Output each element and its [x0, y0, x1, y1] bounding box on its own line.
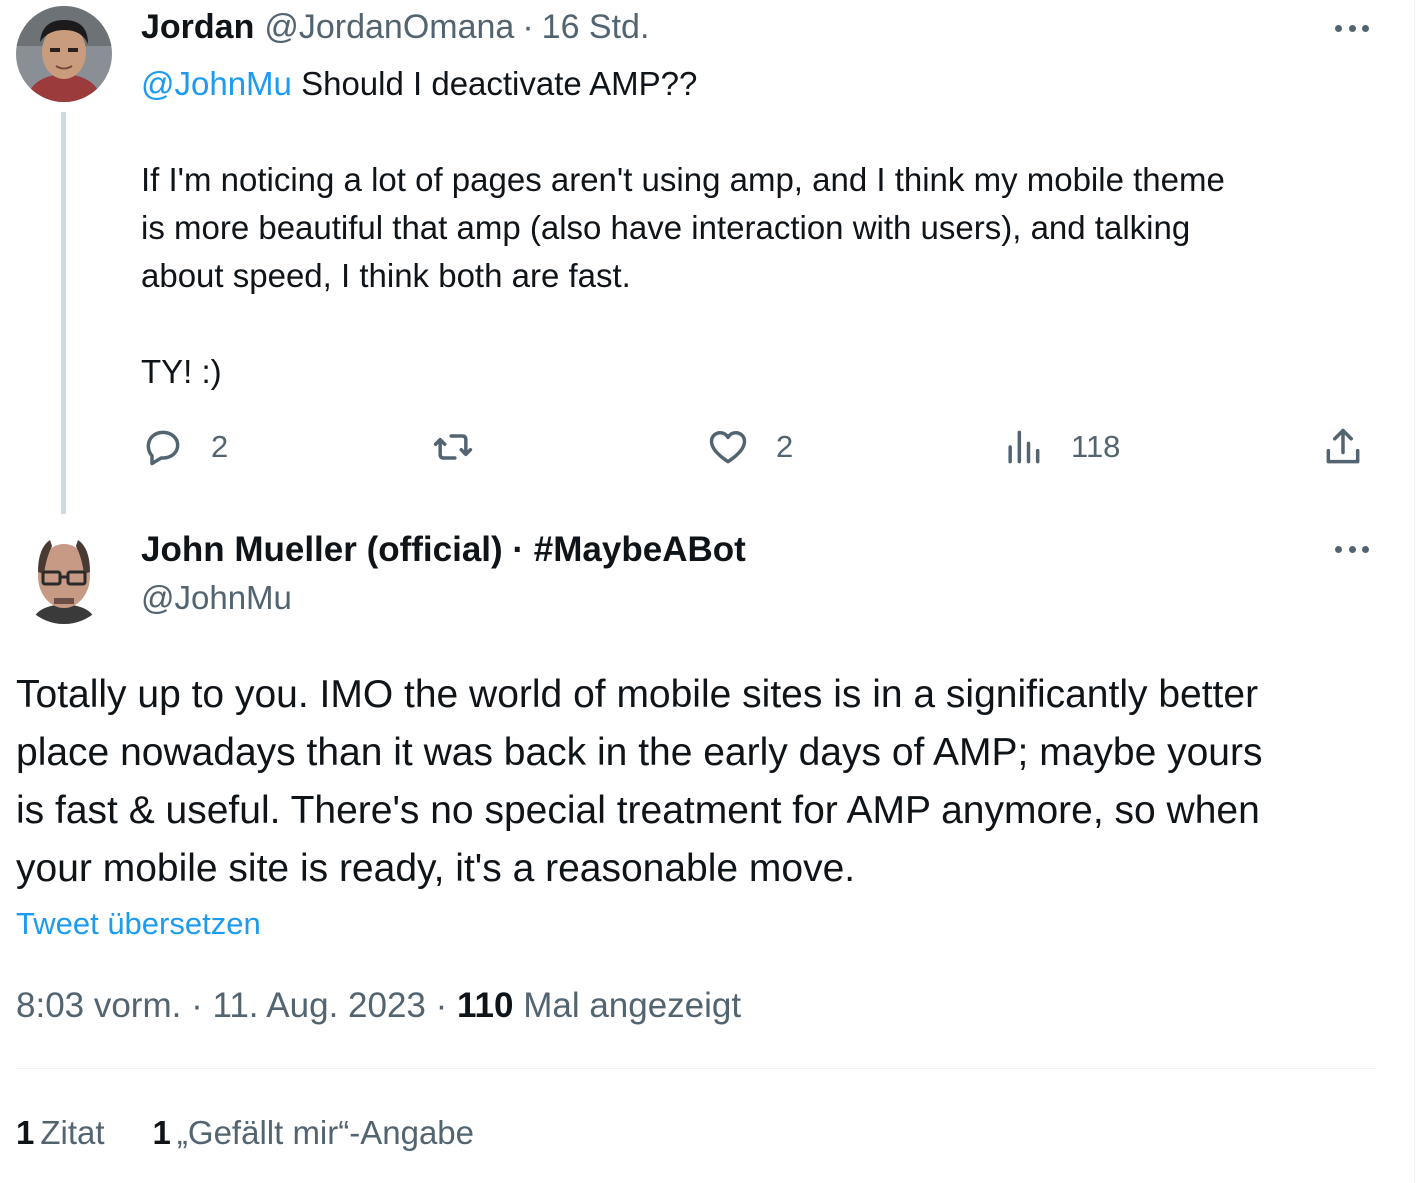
thread-line: [61, 112, 66, 514]
engagement-stats: 1 Zitat 1 „Gefällt mir“-Angabe: [16, 1111, 474, 1155]
view-label: Mal angezeigt: [513, 986, 742, 1025]
quotes-label: Zitat: [40, 1114, 105, 1151]
share-button[interactable]: [1321, 422, 1365, 472]
view-count: 110: [457, 986, 514, 1025]
avatar-john-mueller[interactable]: [16, 528, 112, 624]
parent-tweet[interactable]: Jordan @JordanOmana · 16 Std. @JohnMu Sh…: [0, 0, 1414, 520]
mention-link[interactable]: @JohnMu: [141, 65, 292, 102]
quotes-link[interactable]: 1 Zitat: [16, 1111, 105, 1155]
main-tweet-text: Totally up to you. IMO the world of mobi…: [16, 666, 1396, 898]
likes-link[interactable]: 1 „Gefällt mir“-Angabe: [153, 1111, 474, 1155]
reply-button[interactable]: 2: [141, 422, 228, 472]
parent-tweet-text: @JohnMu Should I deactivate AMP?? If I'm…: [141, 60, 1381, 396]
action-bar: 2 2 118: [141, 422, 1371, 472]
like-count: 2: [776, 429, 794, 464]
parent-line-1-text: Should I deactivate AMP??: [291, 65, 698, 102]
quotes-count: 1: [16, 1114, 35, 1151]
parent-paragraph-line: TY! :): [141, 353, 222, 390]
views-icon: [1008, 430, 1040, 464]
views-count: 118: [1071, 429, 1121, 464]
reply-count: 2: [211, 429, 229, 464]
avatar-jordan[interactable]: [16, 6, 112, 102]
tweet-time[interactable]: 16 Std.: [542, 8, 650, 47]
share-icon: [1326, 428, 1360, 464]
author-name[interactable]: Jordan: [141, 8, 254, 47]
more-icon[interactable]: [1332, 16, 1372, 40]
reply-icon: [146, 430, 180, 466]
likes-count: 1: [152, 1114, 171, 1151]
main-tweet-line: Totally up to you. IMO the world of mobi…: [16, 673, 1259, 716]
tweet-meta: 8:03 vorm. · 11. Aug. 2023 · 110 Mal ang…: [16, 984, 741, 1028]
main-author-handle[interactable]: @JohnMu: [141, 576, 292, 620]
likes-label: „Gefällt mir“-Angabe: [176, 1114, 475, 1151]
retweet-button[interactable]: [431, 422, 501, 472]
more-icon[interactable]: [1332, 537, 1372, 561]
main-tweet-line: is fast & useful. There's no special tre…: [16, 789, 1260, 832]
separator: ·: [522, 8, 534, 46]
main-author-name[interactable]: John Mueller (official) · #MaybeABot: [141, 528, 746, 572]
views-button[interactable]: 118: [1001, 422, 1120, 472]
main-tweet-line: place nowadays than it was back in the e…: [16, 731, 1263, 774]
parent-line-1: @JohnMu Should I deactivate AMP??: [141, 60, 1381, 108]
main-tweet-line: your mobile site is ready, it's a reason…: [16, 847, 856, 890]
tweet-timestamp[interactable]: 8:03 vorm. · 11. Aug. 2023 ·: [16, 986, 457, 1025]
divider: [16, 1068, 1376, 1069]
translate-tweet-link[interactable]: Tweet übersetzen: [16, 903, 261, 945]
like-icon: [709, 430, 747, 464]
author-handle[interactable]: @JordanOmana: [264, 8, 514, 47]
retweet-icon: [433, 434, 473, 460]
parent-paragraph-line: about speed, I think both are fast.: [141, 257, 631, 294]
column-border: [1414, 0, 1415, 1183]
like-button[interactable]: 2: [706, 422, 793, 472]
parent-header: Jordan @JordanOmana · 16 Std.: [141, 8, 649, 48]
parent-paragraph-line: If I'm noticing a lot of pages aren't us…: [141, 161, 1225, 198]
parent-paragraph-line: is more beautiful that amp (also have in…: [141, 209, 1191, 246]
